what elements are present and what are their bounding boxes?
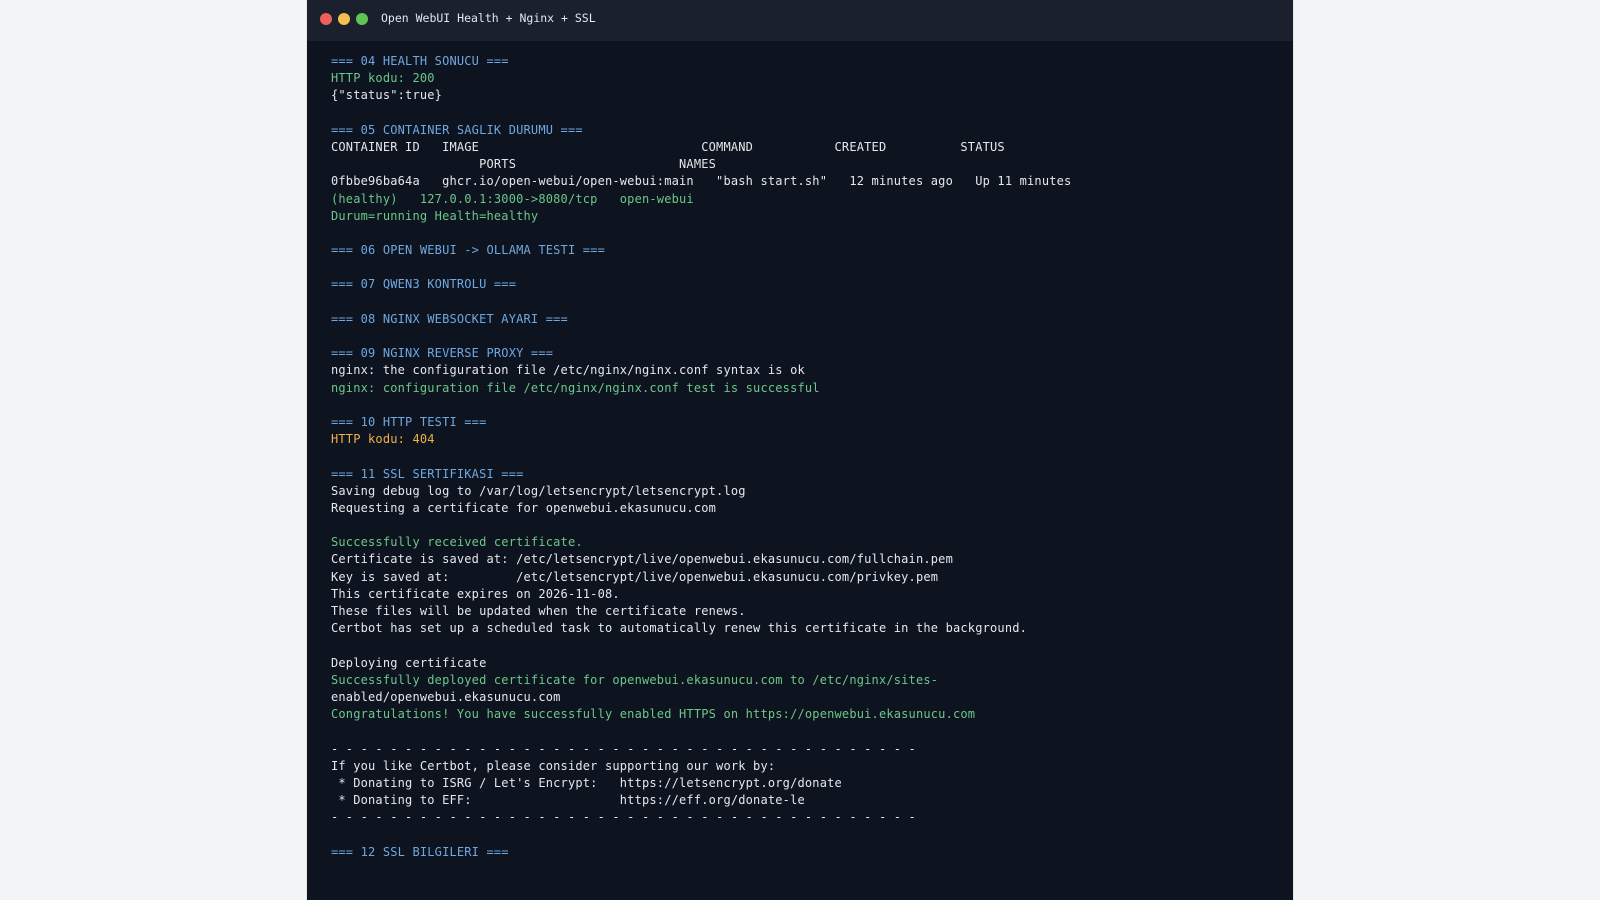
output-line: Certbot has set up a scheduled task to a… xyxy=(331,621,1028,636)
window-title: Open WebUI Health + Nginx + SSL xyxy=(381,11,596,25)
section-header-line: === 09 NGINX REVERSE PROXY === xyxy=(331,346,554,361)
title-bar: Open WebUI Health + Nginx + SSL xyxy=(307,0,1293,41)
output-line: If you like Certbot, please consider sup… xyxy=(331,758,776,773)
section-header-line: === 11 SSL SERTIFIKASI === xyxy=(331,466,524,481)
section-header-line: === 08 NGINX WEBSOCKET AYARI === xyxy=(331,311,568,326)
output-line: * Donating to ISRG / Let's Encrypt: http… xyxy=(331,775,842,790)
output-line: These files will be updated when the cer… xyxy=(331,604,746,618)
section-header-line: === 07 QWEN3 KONTROLU === xyxy=(331,277,517,292)
output-line: This certificate expires on 2026-11-08. xyxy=(331,586,620,601)
section-header-line: === 05 CONTAINER SAGLIK DURUMU === xyxy=(331,122,583,137)
output-line: nginx: the configuration file /etc/nginx… xyxy=(331,363,805,378)
output-line: HTTP kodu: 404 xyxy=(331,432,435,447)
section-header-line: === 06 OPEN WEBUI -> OLLAMA TESTI === xyxy=(331,243,605,258)
output-line: PORTS NAMES xyxy=(331,157,717,172)
output-line: - - - - - - - - - - - - - - - - - - - - … xyxy=(331,810,916,825)
output-line: Successfully deployed certificate for op… xyxy=(331,672,939,687)
output-line: Requesting a certificate for openwebui.e… xyxy=(331,500,717,515)
output-line: HTTP kodu: 200 xyxy=(331,71,435,86)
output-line: Deploying certificate xyxy=(331,655,487,670)
output-line: - - - - - - - - - - - - - - - - - - - - … xyxy=(331,741,916,756)
section-header-line: === 12 SSL BILGILERI === xyxy=(331,844,509,859)
minimize-window-button[interactable] xyxy=(338,13,350,25)
output-line: 0fbbe96ba64a ghcr.io/open-webui/open-web… xyxy=(331,174,1072,189)
output-line: Durum=running Health=healthy xyxy=(331,208,539,223)
output-line: Key is saved at: /etc/letsencrypt/live/o… xyxy=(331,569,939,584)
maximize-window-button[interactable] xyxy=(356,13,368,25)
output-line: nginx: configuration file /etc/nginx/ngi… xyxy=(331,380,820,395)
output-line: (healthy) 127.0.0.1:3000->8080/tcp open-… xyxy=(331,191,694,206)
terminal-window: Open WebUI Health + Nginx + SSL === 04 H… xyxy=(307,0,1293,900)
output-line: CONTAINER ID IMAGE COMMAND CREATED STATU… xyxy=(331,139,1005,154)
output-line: * Donating to EFF: https://eff.org/donat… xyxy=(331,793,805,808)
output-line: Congratulations! You have successfully e… xyxy=(331,707,976,722)
terminal-output[interactable]: === 04 HEALTH SONUCU === HTTP kodu: 200 {"… xyxy=(331,53,1281,861)
output-line: {"status":true} xyxy=(331,88,443,103)
close-window-button[interactable] xyxy=(320,13,332,25)
section-header-line: === 04 HEALTH SONUCU === xyxy=(331,54,509,68)
output-line: Certificate is saved at: /etc/letsencryp… xyxy=(331,552,953,567)
section-header-line: === 10 HTTP TESTI === xyxy=(331,414,487,429)
output-line: enabled/openwebui.ekasunucu.com xyxy=(331,689,561,704)
output-line: Saving debug log to /var/log/letsencrypt… xyxy=(331,483,746,498)
output-line: Successfully received certificate. xyxy=(331,535,583,550)
